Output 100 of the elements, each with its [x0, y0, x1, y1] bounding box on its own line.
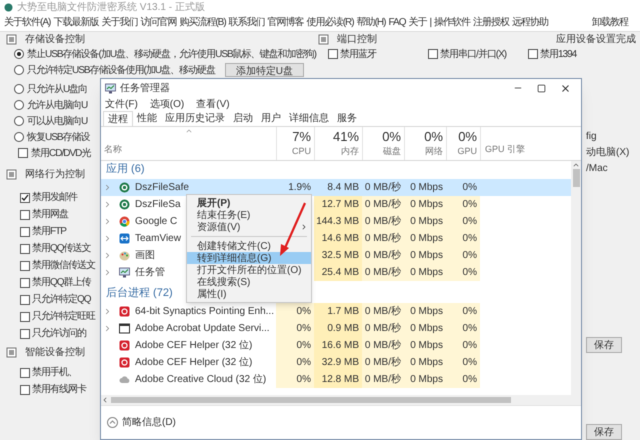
expand-icon[interactable]	[103, 234, 112, 243]
column-header[interactable]: 0% GPU	[446, 127, 480, 160]
menu-item[interactable]: 卸载教程	[592, 15, 628, 30]
menu-item[interactable]: 帮助(H)	[356, 15, 386, 30]
save-button[interactable]: 保存	[586, 337, 622, 353]
tab[interactable]: 详细信息	[285, 111, 333, 126]
checkbox[interactable]	[20, 192, 30, 202]
tab[interactable]: 服务	[333, 111, 361, 126]
expand-icon[interactable]	[103, 183, 112, 192]
table-cell: 0%	[446, 337, 480, 354]
checkbox[interactable]	[20, 312, 30, 322]
menu-item[interactable]: 在线搜索(S)	[187, 276, 311, 288]
column-header[interactable]: 0% 磁盘	[362, 127, 404, 160]
radio-button[interactable]	[14, 49, 24, 59]
menu-item[interactable]: 访问官网	[140, 15, 176, 30]
option-label: 动电脑(X)	[586, 146, 630, 160]
checkbox[interactable]	[428, 49, 438, 59]
add-drive-button[interactable]: 添加特定U盘	[224, 63, 304, 77]
vertical-scrollbar[interactable]	[571, 161, 581, 395]
tab[interactable]: 进程	[103, 111, 133, 126]
horizontal-scrollbar[interactable]	[101, 395, 581, 405]
menu-item[interactable]: 关于软件(A)	[4, 15, 50, 30]
menu-item[interactable]: 查看(V)	[196, 96, 230, 112]
menu-item[interactable]: 联系我们	[228, 15, 265, 30]
scroll-left-icon[interactable]	[101, 396, 109, 404]
menu-item[interactable]: 属性(I)	[187, 288, 311, 300]
checkbox[interactable]	[528, 49, 538, 59]
menu-item[interactable]: 文件(F)	[105, 96, 138, 112]
menu-item[interactable]: 远程协助	[512, 15, 548, 30]
save-button[interactable]: 保存	[586, 424, 622, 440]
table-cell: 0 MB/秒	[362, 196, 404, 213]
menu-item[interactable]: 购买流程(B)	[179, 15, 226, 30]
process-row[interactable]: DszFileSafe 1.9% 8.4 MB 0 MB/秒 0 Mbps 0%	[101, 179, 571, 196]
menu-item[interactable]: 官网博客	[268, 15, 304, 30]
scroll-thumb[interactable]	[111, 397, 511, 403]
scroll-up-icon[interactable]	[572, 161, 580, 169]
table-cell: 0%	[276, 320, 314, 337]
arrows-icon	[119, 233, 130, 244]
option-label: 禁用QQ群上传	[32, 276, 91, 290]
table-cell: 0 MB/秒	[362, 354, 404, 371]
column-header[interactable]: 7% CPU	[276, 127, 314, 160]
table-cell: 0 MB/秒	[362, 320, 404, 337]
close-icon[interactable]	[560, 82, 571, 94]
tab[interactable]: 用户	[257, 111, 285, 126]
tab[interactable]: 应用历史记录	[161, 111, 229, 126]
expand-icon[interactable]	[103, 251, 112, 260]
checkbox[interactable]	[18, 148, 28, 158]
table-cell: 0 Mbps	[404, 371, 446, 388]
collapse-icon[interactable]	[107, 417, 118, 428]
menu-item[interactable]: 关于我们	[101, 15, 138, 30]
expand-icon[interactable]	[103, 268, 112, 277]
menu-item[interactable]: 资源值(V)	[187, 221, 311, 233]
radio-button[interactable]	[14, 116, 24, 126]
menu-item[interactable]: 展开(P)	[187, 197, 311, 209]
radio-button[interactable]	[14, 132, 24, 142]
column-header[interactable]: 名称	[101, 142, 276, 156]
checkbox[interactable]	[20, 294, 30, 304]
tab[interactable]: 启动	[229, 111, 257, 126]
menu-item[interactable]: 结束任务(E)	[187, 209, 311, 221]
menu-item[interactable]: 打开文件所在的位置(O)	[187, 264, 311, 276]
checkbox[interactable]	[20, 278, 30, 288]
tab[interactable]: 性能	[133, 111, 161, 126]
expand-icon[interactable]	[103, 307, 112, 316]
column-header[interactable]: GPU 引擎	[485, 142, 526, 156]
checkbox[interactable]	[328, 49, 338, 59]
expand-icon[interactable]	[103, 324, 112, 333]
menu-item[interactable]: FAQ	[388, 15, 406, 30]
checkbox[interactable]	[20, 328, 30, 338]
table-cell: 0 MB/秒	[362, 264, 404, 281]
menu-item[interactable]: |	[429, 15, 432, 30]
fewer-details-link[interactable]: 简略信息(D)	[122, 415, 176, 430]
menu-item[interactable]: 选项(O)	[150, 96, 184, 112]
process-name: TeamView	[135, 232, 181, 246]
checkbox[interactable]	[20, 226, 30, 236]
menu-item[interactable]: 创建转储文件(C)	[187, 240, 311, 252]
menu-item[interactable]: 转到详细信息(G)	[187, 252, 311, 264]
section-title: 端口控制	[337, 32, 377, 46]
checkbox[interactable]	[20, 384, 30, 394]
checkbox[interactable]	[20, 210, 30, 220]
radio-button[interactable]	[14, 84, 24, 94]
checkbox[interactable]	[20, 260, 30, 270]
checkbox[interactable]	[20, 244, 30, 254]
table-cell: 0%	[446, 354, 480, 371]
menu-item[interactable]: 注册授权	[473, 15, 510, 30]
app-logo-icon	[4, 2, 13, 12]
column-header[interactable]: 41% 内存	[314, 127, 362, 160]
table-cell: 12.7 MB	[314, 196, 362, 213]
radio-button[interactable]	[14, 100, 24, 110]
menu-item[interactable]: 下载最新版	[53, 15, 98, 30]
menu-item[interactable]: 操作软件	[434, 15, 470, 30]
column-header[interactable]: 0% 网络	[404, 127, 446, 160]
radio-button[interactable]	[14, 65, 24, 75]
checkbox[interactable]	[20, 368, 30, 378]
option-label: 禁用手机、	[32, 366, 77, 380]
maximize-icon[interactable]	[537, 84, 546, 92]
menu-item[interactable]: 关于	[408, 15, 426, 30]
expand-icon[interactable]	[103, 217, 112, 226]
scroll-thumb[interactable]	[572, 169, 580, 187]
expand-icon[interactable]	[103, 200, 112, 209]
menu-item[interactable]: 使用必读(R)	[306, 15, 354, 30]
